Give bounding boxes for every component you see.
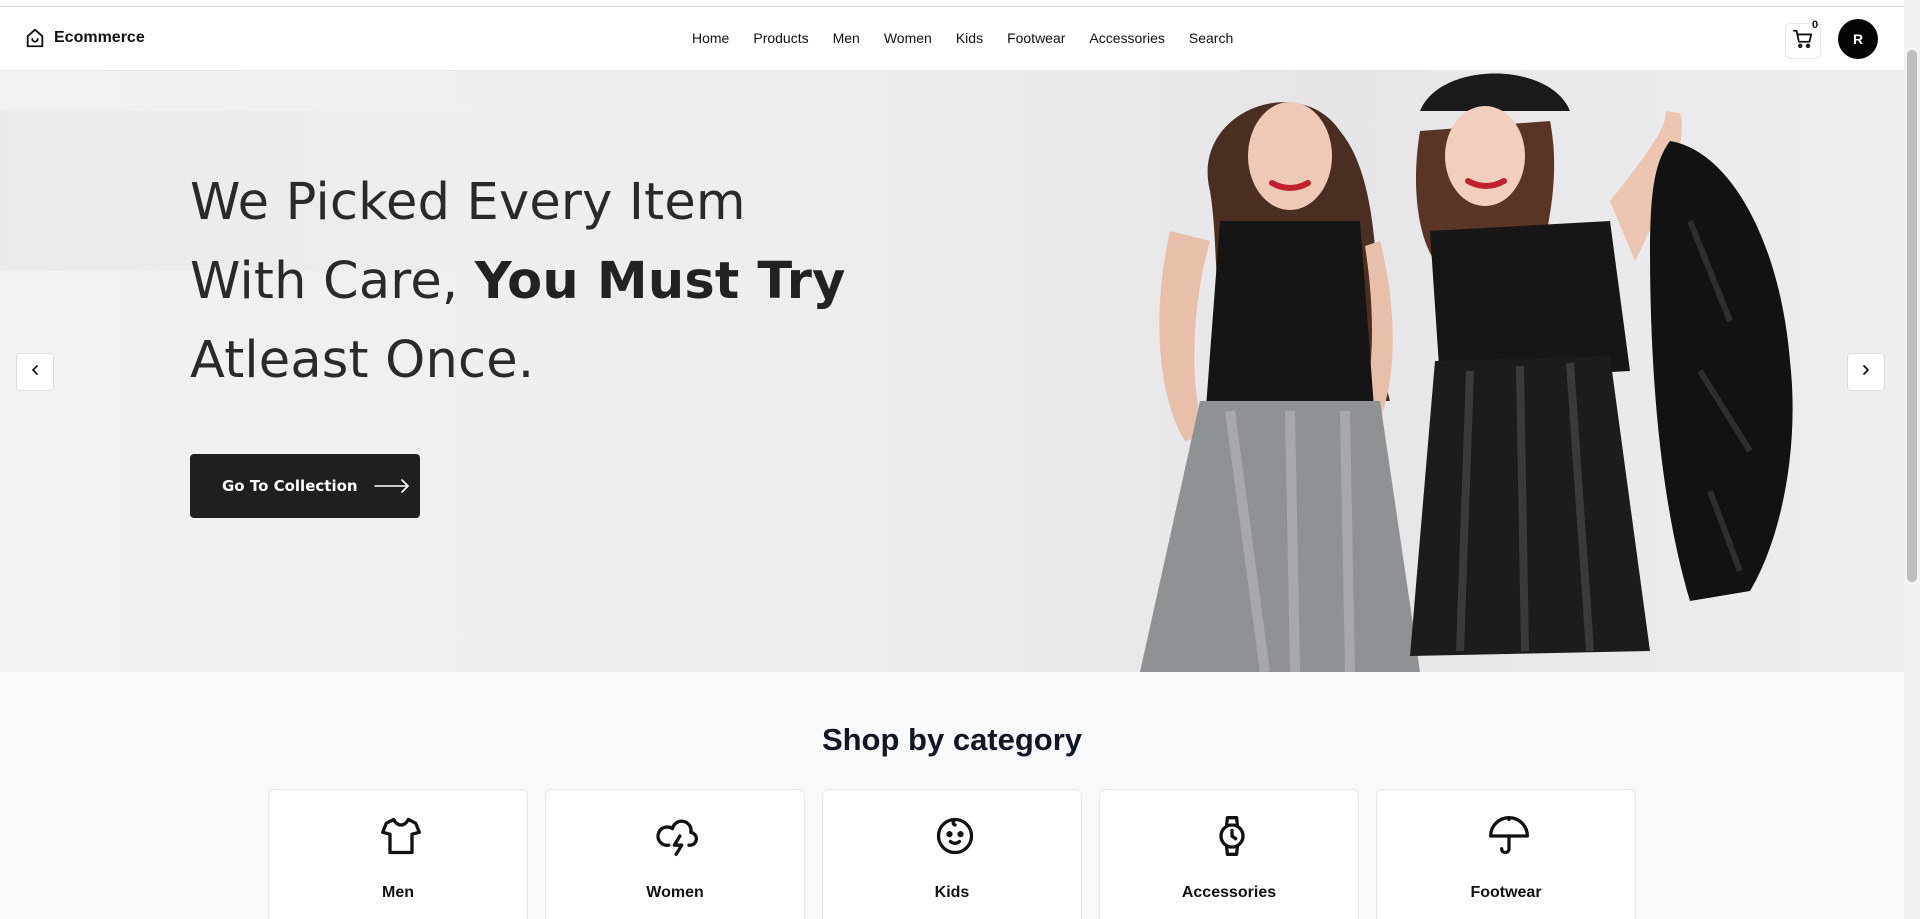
hero-line-2-regular: With Care, <box>190 252 475 311</box>
brand-name: Ecommerce <box>54 29 145 46</box>
category-section-title: Shop by category <box>821 722 1083 757</box>
category-label: Accessories <box>1181 884 1277 901</box>
shop-by-category-section: Shop by category Men Women Kids Accessor… <box>0 672 1904 919</box>
tshirt-icon <box>379 814 423 858</box>
page-scrollbar-thumb[interactable] <box>1907 50 1917 582</box>
nav-footwear[interactable]: Footwear <box>1007 30 1065 46</box>
category-label: Kids <box>934 884 970 901</box>
category-label: Men <box>382 884 414 901</box>
hero-line-2-bold: You Must Try <box>474 252 846 311</box>
store-icon <box>24 27 46 49</box>
category-card-footwear[interactable]: Footwear <box>1376 789 1636 919</box>
cart-icon <box>1792 28 1814 55</box>
watch-icon <box>1210 814 1254 858</box>
chevron-left-icon <box>29 363 41 381</box>
site-header: Ecommerce Home Products Men Women Kids F… <box>0 7 1904 71</box>
nav-search[interactable]: Search <box>1189 30 1233 46</box>
cart-count-badge: 0 <box>1812 19 1819 31</box>
category-label: Women <box>646 884 704 901</box>
nav-kids[interactable]: Kids <box>956 30 983 46</box>
nav-accessories[interactable]: Accessories <box>1089 30 1164 46</box>
brand-link[interactable]: Ecommerce <box>24 27 145 49</box>
cta-label: Go To Collection <box>222 477 358 495</box>
nav-home[interactable]: Home <box>692 30 729 46</box>
user-avatar[interactable]: R <box>1838 19 1878 59</box>
category-card-men[interactable]: Men <box>268 789 528 919</box>
category-card-accessories[interactable]: Accessories <box>1099 789 1359 919</box>
hero-line-3: Atleast Once. <box>190 331 535 390</box>
go-to-collection-button[interactable]: Go To Collection <box>190 454 420 518</box>
page: Ecommerce Home Products Men Women Kids F… <box>0 0 1920 919</box>
category-card-kids[interactable]: Kids <box>822 789 1082 919</box>
cloud-lightning-icon <box>656 814 700 858</box>
slider-prev-button[interactable] <box>16 353 54 391</box>
arrow-right-icon <box>373 479 410 493</box>
nav-men[interactable]: Men <box>833 30 860 46</box>
category-label: Footwear <box>1470 884 1542 901</box>
nav-women[interactable]: Women <box>884 30 932 46</box>
hero-banner: We Picked Every Item With Care, You Must… <box>0 71 1904 672</box>
main-nav: Home Products Men Women Kids Footwear Ac… <box>692 30 1233 46</box>
nav-products[interactable]: Products <box>753 30 808 46</box>
category-card-women[interactable]: Women <box>545 789 805 919</box>
hero-models-image <box>1140 73 1793 672</box>
hero-line-1: We Picked Every Item <box>190 173 746 232</box>
browser-top-strip <box>0 0 1904 7</box>
baby-face-icon <box>933 814 977 858</box>
hero-headline: We Picked Every Item With Care, You Must… <box>190 163 890 400</box>
umbrella-icon <box>1487 814 1531 858</box>
